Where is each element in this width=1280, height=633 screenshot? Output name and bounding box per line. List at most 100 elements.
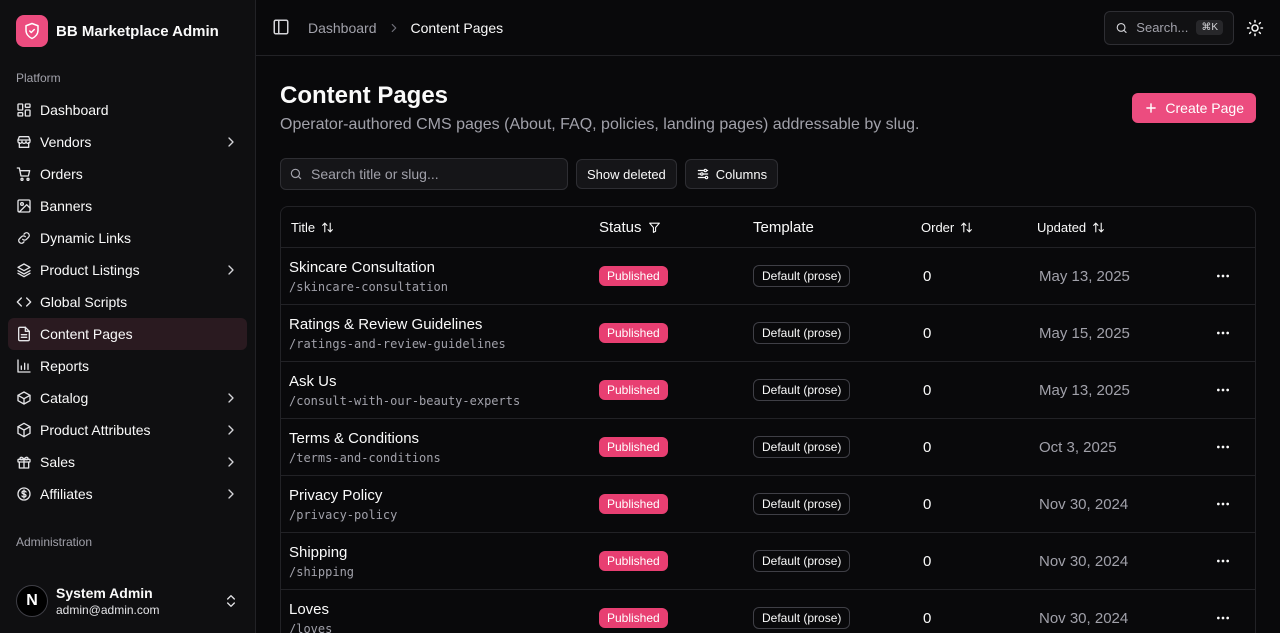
sidebar-item-label: Catalog xyxy=(40,390,89,406)
row-actions-button[interactable] xyxy=(1203,439,1243,455)
topbar-actions: Search... ⌘K xyxy=(1104,10,1264,45)
table-row[interactable]: Privacy Policy/privacy-policy Published De… xyxy=(281,476,1255,533)
content-pages-table: Title Status Template Order Updated Skin… xyxy=(280,206,1256,633)
sidebar-item-global-scripts[interactable]: Global Scripts xyxy=(8,286,247,318)
cell-order: 0 xyxy=(923,381,932,399)
more-horizontal-icon xyxy=(1217,559,1229,563)
sidebar-item-banners[interactable]: Banners xyxy=(8,190,247,222)
sidebar-item-product-attributes[interactable]: Product Attributes xyxy=(8,414,247,446)
template-badge: Default (prose) xyxy=(753,607,851,629)
sidebar-item-label: Product Listings xyxy=(40,262,140,278)
sidebar-item-label: Dashboard xyxy=(40,102,109,118)
sidebar-item-reports[interactable]: Reports xyxy=(8,350,247,382)
sidebar-item-orders[interactable]: Orders xyxy=(8,158,247,190)
more-horizontal-icon xyxy=(1217,616,1229,620)
table-row[interactable]: Skincare Consultation/skincare-consultat… xyxy=(281,248,1255,305)
chevron-right-icon xyxy=(228,457,234,467)
show-deleted-button[interactable]: Show deleted xyxy=(576,159,677,189)
image-icon xyxy=(16,198,32,214)
row-slug: /loves xyxy=(289,621,333,633)
dollar-icon xyxy=(16,486,32,502)
brand[interactable]: BB Marketplace Admin xyxy=(0,0,255,62)
th-order-label: Order xyxy=(921,219,955,235)
sidebar-item-content-pages[interactable]: Content Pages xyxy=(8,318,247,350)
row-title[interactable]: Loves xyxy=(289,601,599,618)
sidebar-item-vendors[interactable]: Vendors xyxy=(8,126,247,158)
cell-order: 0 xyxy=(923,438,932,456)
cell-status: Published xyxy=(599,494,753,514)
sidebar-item-dynamic-links[interactable]: Dynamic Links xyxy=(8,222,247,254)
th-status[interactable]: Status xyxy=(599,219,753,236)
user-name: System Admin xyxy=(56,585,153,601)
cell-order: 0 xyxy=(923,495,932,513)
columns-button[interactable]: Columns xyxy=(684,159,779,189)
box-icon xyxy=(16,390,32,406)
table-row[interactable]: Ask Us/consult-with-our-beauty-experts Pu… xyxy=(281,362,1255,419)
link-icon xyxy=(16,230,32,246)
row-actions-button[interactable] xyxy=(1203,325,1243,341)
cell-updated: Nov 30, 2024 xyxy=(1039,495,1129,513)
table-row[interactable]: Terms & Conditions/terms-and-conditions P… xyxy=(281,419,1255,476)
cell-status: Published xyxy=(599,323,753,343)
global-search-button[interactable]: Search... ⌘K xyxy=(1104,10,1234,45)
sidebar-item-dashboard[interactable]: Dashboard xyxy=(8,94,247,126)
row-title[interactable]: Privacy Policy xyxy=(289,487,599,504)
row-title[interactable]: Shipping xyxy=(289,544,599,561)
sidebar-nav: Dashboard Vendors Orders Banners Dynamic Lin… xyxy=(0,94,255,510)
table-row[interactable]: Shipping/shipping Published Default (prose… xyxy=(281,533,1255,590)
th-title[interactable]: Title xyxy=(281,220,599,235)
sidebar-item-catalog[interactable]: Catalog xyxy=(8,382,247,414)
sidebar-item-label: Orders xyxy=(40,166,83,182)
sidebar-toggle-icon[interactable] xyxy=(272,18,292,38)
breadcrumb-dashboard[interactable]: Dashboard xyxy=(308,20,377,36)
search-shortcut: ⌘K xyxy=(1196,20,1223,35)
row-title[interactable]: Terms & Conditions xyxy=(289,430,599,447)
table-row[interactable]: Loves/loves Published Default (prose) 0 Nov … xyxy=(281,590,1255,633)
status-badge: Published xyxy=(599,608,668,628)
sidebar-item-affiliates[interactable]: Affiliates xyxy=(8,478,247,510)
chevron-right-icon xyxy=(228,137,234,147)
sliders-icon xyxy=(697,168,709,180)
chevron-right-icon xyxy=(228,425,234,435)
cell-title: Terms & Conditions/terms-and-conditions xyxy=(281,430,599,465)
sidebar-item-sales[interactable]: Sales xyxy=(8,446,247,478)
create-page-button[interactable]: Create Page xyxy=(1132,93,1256,123)
more-horizontal-icon xyxy=(1217,502,1229,506)
row-slug: /shipping xyxy=(289,564,355,579)
row-title[interactable]: Ratings & Review Guidelines xyxy=(289,316,599,333)
group-label-administration: Administration xyxy=(16,535,93,549)
row-slug: /consult-with-our-beauty-experts xyxy=(289,393,521,408)
content: Content Pages Operator-authored CMS page… xyxy=(256,56,1280,633)
status-badge: Published xyxy=(599,266,668,286)
row-actions-button[interactable] xyxy=(1203,610,1243,626)
user-menu[interactable]: N System Admin admin@admin.com xyxy=(8,579,247,623)
chevron-right-icon xyxy=(228,265,234,275)
chevrons-up-down-icon xyxy=(227,595,235,607)
sidebar-item-label: Vendors xyxy=(40,134,92,150)
row-actions-button[interactable] xyxy=(1203,553,1243,569)
breadcrumb: Dashboard Content Pages xyxy=(308,20,503,36)
cell-title: Shipping/shipping xyxy=(281,544,599,579)
cell-updated: Oct 3, 2025 xyxy=(1039,438,1117,456)
sidebar-item-product-listings[interactable]: Product Listings xyxy=(8,254,247,286)
template-badge: Default (prose) xyxy=(753,322,851,344)
theme-toggle-sun-icon[interactable] xyxy=(1246,19,1264,37)
group-label-platform: Platform xyxy=(16,71,61,85)
row-actions-button[interactable] xyxy=(1203,382,1243,398)
row-title[interactable]: Ask Us xyxy=(289,373,599,390)
table-row[interactable]: Ratings & Review Guidelines/ratings-and-… xyxy=(281,305,1255,362)
template-badge: Default (prose) xyxy=(753,265,851,287)
th-title-label: Title xyxy=(291,219,316,235)
th-order[interactable]: Order xyxy=(921,220,1037,235)
shield-logo-icon xyxy=(16,15,48,47)
th-updated[interactable]: Updated xyxy=(1037,220,1203,235)
row-slug: /privacy-policy xyxy=(289,507,398,522)
filter-search-input[interactable]: Search title or slug... xyxy=(280,158,568,190)
more-horizontal-icon xyxy=(1217,388,1229,392)
row-title[interactable]: Skincare Consultation xyxy=(289,259,599,276)
more-horizontal-icon xyxy=(1217,274,1229,278)
status-badge: Published xyxy=(599,494,668,514)
avatar: N xyxy=(16,585,48,617)
row-actions-button[interactable] xyxy=(1203,496,1243,512)
row-actions-button[interactable] xyxy=(1203,268,1243,284)
